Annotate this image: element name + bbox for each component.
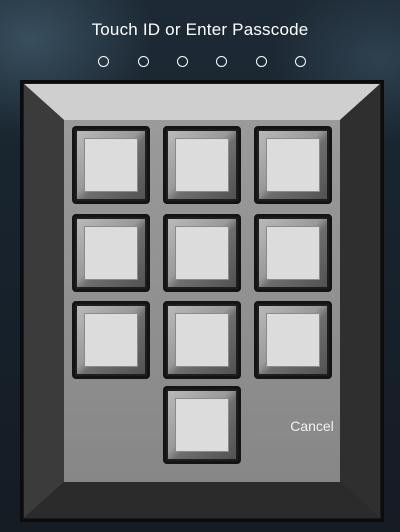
keypad-frame: Cancel [20,80,384,522]
keypad-key-3[interactable] [254,126,332,204]
page-title: Touch ID or Enter Passcode [91,20,309,39]
keypad-key-0[interactable] [163,386,241,464]
cancel-button[interactable]: Cancel [272,418,352,434]
keypad-key-4[interactable] [72,214,150,292]
keypad-key-9[interactable] [254,301,332,379]
passcode-dot [98,56,109,67]
passcode-dot [138,56,149,67]
passcode-dot [177,56,188,67]
keypad-key-5[interactable] [163,214,241,292]
passcode-dot [295,56,306,67]
keypad-key-1[interactable] [72,126,150,204]
keypad-key-8[interactable] [163,301,241,379]
keypad-key-7[interactable] [72,301,150,379]
keypad-key-2[interactable] [163,126,241,204]
passcode-dot [256,56,267,67]
passcode-dot [216,56,227,67]
keypad-key-6[interactable] [254,214,332,292]
passcode-indicator [98,56,310,70]
